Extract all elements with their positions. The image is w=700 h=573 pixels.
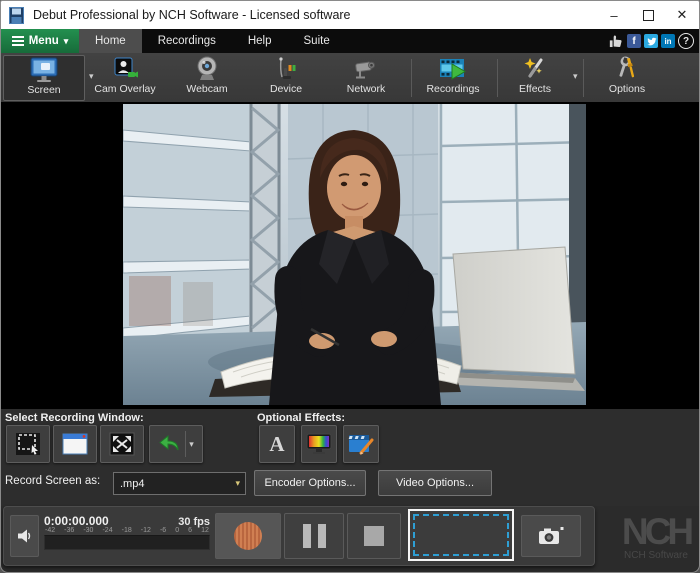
recording-region-preview[interactable] [408,509,514,561]
toolbar-cam-overlay-button[interactable]: Cam Overlay [85,55,165,99]
nch-logo-text: NCH [621,514,694,552]
select-window-label: Select Recording Window: [5,412,144,424]
format-select[interactable]: .mp4 ▾ [113,472,246,495]
hamburger-icon [11,36,24,46]
thumbs-up-icon[interactable] [608,33,624,49]
restore-dropdown-caret[interactable]: ▾ [189,439,194,450]
select-fullscreen-button[interactable] [100,425,144,463]
effects-dropdown-caret[interactable]: ▾ [573,71,578,82]
device-icon [273,55,299,82]
toolbar-webcam-button[interactable]: Webcam [167,55,247,99]
meter-scale: -42 -36 -30 -24 -18 -12 -6 0 6 12 [45,527,209,534]
restore-selection-button[interactable]: ▾ [149,425,203,463]
select-window-button[interactable] [53,425,97,463]
toolbar-screen-button[interactable]: Screen [3,55,85,101]
pause-button[interactable] [284,513,344,559]
selection-rectangle-icon [413,514,509,556]
toolbar-recordings-button[interactable]: Recordings [413,55,493,99]
camera-icon [539,527,564,544]
close-button[interactable]: ✕ [665,1,699,29]
nch-logo: NCH NCH Software [601,514,699,570]
select-area-icon [16,433,40,455]
format-value: .mp4 [120,477,145,490]
window-title: Debut Professional by NCH Software - Lic… [33,8,351,22]
stop-icon [364,526,384,546]
tab-home[interactable]: Home [79,29,142,53]
caption-a-icon: A [269,431,285,456]
toolbar-divider [411,59,412,97]
snapshot-button[interactable] [521,515,581,557]
menu-button-label: Menu [28,35,59,47]
twitter-icon[interactable] [644,34,658,48]
facebook-icon[interactable]: f [627,34,641,48]
color-monitor-icon [306,433,332,454]
toolbar-network-button[interactable]: Network [326,55,406,99]
record-as-label: Record Screen as: [5,475,101,487]
effect-caption-button[interactable]: A [259,425,295,463]
speaker-icon [17,529,30,543]
chevron-down-icon: ▾ [63,35,69,46]
network-camera-icon [352,55,380,82]
toolbar-divider [497,59,498,97]
minimize-button[interactable]: – [597,1,631,29]
cam-overlay-icon [112,55,138,82]
fullscreen-icon [109,432,135,456]
tab-help[interactable]: Help [232,29,288,53]
webcam-icon [195,55,219,82]
menu-button[interactable]: Menu ▾ [1,29,79,53]
toolbar-divider [583,59,584,97]
transport-bar: 0:00:00.000 30 fps -42 -36 -30 -24 -18 -12 … [3,506,595,566]
mute-button[interactable] [10,515,39,557]
recordings-filmstrip-icon [438,55,468,82]
toolbar-effects-button[interactable]: Effects [499,55,571,99]
title-bar: Debut Professional by NCH Software - Lic… [1,1,699,29]
pause-icon [302,524,326,548]
restore-arrow-icon [159,434,179,451]
encoder-options-button[interactable]: Encoder Options... [254,470,366,496]
optional-effects-label: Optional Effects: [257,412,346,424]
record-time: 0:00:00.000 [44,514,109,528]
toolbar-options-button[interactable]: Options [587,55,667,99]
help-icon[interactable]: ? [678,33,694,49]
video-preview-image [123,104,586,405]
effects-wand-icon [522,55,548,82]
main-toolbar: Screen ▾ Cam Overlay Webcam Device Netwo… [1,53,699,102]
effect-video-button[interactable] [343,425,379,463]
maximize-icon [642,9,654,21]
tab-suite[interactable]: Suite [288,29,346,53]
options-tools-icon [614,55,640,82]
format-caret-icon: ▾ [235,478,240,488]
maximize-button[interactable] [631,1,665,29]
record-button[interactable] [215,513,281,559]
nch-logo-subtext: NCH Software [624,550,688,561]
effect-color-button[interactable] [301,425,337,463]
linkedin-icon[interactable]: in [661,34,675,48]
screen-monitor-icon [29,56,59,83]
select-area-button[interactable] [6,425,50,463]
menu-bar: Menu ▾ Home Recordings Help Suite f in ? [1,29,699,53]
stop-button[interactable] [347,513,401,559]
tab-recordings[interactable]: Recordings [142,29,232,53]
clapperboard-pencil-icon [348,435,374,455]
toolbar-device-button[interactable]: Device [246,55,326,99]
record-icon [234,522,262,550]
audio-level-bar [44,535,210,550]
social-links: f in ? [608,29,699,53]
app-icon [9,6,24,24]
video-preview-area [1,102,699,409]
debut-app-window: Debut Professional by NCH Software - Lic… [0,0,700,573]
window-icon [62,433,88,455]
audio-meter: 0:00:00.000 30 fps -42 -36 -30 -24 -18 -12 … [40,513,212,559]
video-options-button[interactable]: Video Options... [378,470,492,496]
